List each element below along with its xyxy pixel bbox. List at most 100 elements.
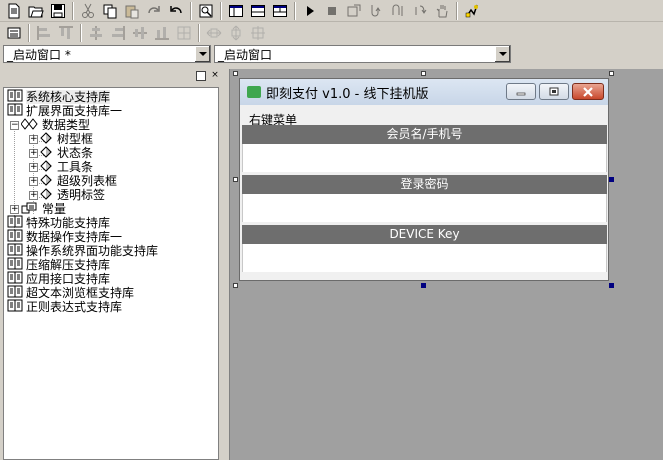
tree-item-toolbar[interactable]: + 工具条 bbox=[29, 159, 93, 175]
align-right-icon[interactable] bbox=[107, 23, 129, 43]
diamond-icon bbox=[40, 159, 54, 175]
tree-item-tree-view[interactable]: + 树型框 bbox=[29, 131, 93, 146]
open-folder-icon[interactable] bbox=[25, 1, 47, 21]
align-left-icon[interactable] bbox=[33, 23, 55, 43]
tree-item-transparent-label[interactable]: + 透明标签 bbox=[29, 187, 106, 203]
layout-split-icon[interactable] bbox=[269, 1, 291, 21]
collapse-icon[interactable]: − bbox=[10, 120, 19, 130]
password-label-bar: 登录密码 bbox=[242, 175, 607, 194]
minimize-icon bbox=[516, 92, 526, 95]
same-size-icon[interactable] bbox=[247, 23, 269, 43]
resize-handle[interactable] bbox=[421, 283, 426, 288]
tree-item-label: 超级列表框 bbox=[57, 174, 118, 188]
step-into-icon[interactable] bbox=[365, 1, 387, 21]
align-top-icon[interactable] bbox=[55, 23, 77, 43]
hand-icon[interactable] bbox=[431, 1, 453, 21]
panel-minimize-icon[interactable] bbox=[196, 71, 206, 81]
resize-handle[interactable] bbox=[609, 71, 614, 76]
window-selector-combo[interactable]: _启动窗口 bbox=[214, 45, 511, 63]
same-height-icon[interactable] bbox=[225, 23, 247, 43]
toolbar-separator bbox=[294, 1, 296, 20]
tree-item-regex[interactable]: 正则表达式支持库 bbox=[7, 299, 122, 314]
expand-icon[interactable]: + bbox=[29, 162, 38, 172]
member-input[interactable] bbox=[242, 144, 607, 172]
align-vcenter-icon[interactable] bbox=[173, 23, 195, 43]
program-selector-combo[interactable]: _启动窗口 * bbox=[3, 45, 211, 63]
copy-icon[interactable] bbox=[99, 1, 121, 21]
device-key-label-bar: DEVICE Key bbox=[242, 225, 607, 244]
tree-item-os-ui[interactable]: 操作系统界面功能支持库 bbox=[7, 243, 158, 258]
same-width-icon[interactable] bbox=[203, 23, 225, 43]
close-button[interactable] bbox=[572, 83, 604, 100]
diamond-icon bbox=[40, 187, 54, 203]
resize-handle[interactable] bbox=[421, 71, 426, 76]
toolbar-separator bbox=[456, 1, 458, 20]
app-icon bbox=[247, 86, 261, 98]
tree-item-system-core[interactable]: 系统核心支持库 bbox=[7, 89, 111, 104]
minimize-button[interactable] bbox=[506, 83, 536, 100]
support-library-panel: × 系统核心支持库 扩展界面支持库一 − 数据类型 + 树型框 + 状态条 + 工具条 … bbox=[0, 69, 222, 460]
tree-item-data-operation[interactable]: 数据操作支持库一 bbox=[7, 229, 122, 244]
align-middle-icon[interactable] bbox=[129, 23, 151, 43]
chevron-down-icon[interactable] bbox=[194, 46, 210, 62]
tree-item-special-function[interactable]: 特殊功能支持库 bbox=[7, 215, 111, 230]
tree-item-label: 应用接口支持库 bbox=[26, 272, 111, 286]
tree-item-hypertext-browser[interactable]: 超文本浏览框支持库 bbox=[7, 285, 135, 300]
align-toolbar bbox=[0, 22, 663, 43]
layout-window-icon[interactable] bbox=[225, 1, 247, 21]
align-center-icon[interactable] bbox=[85, 23, 107, 43]
form-title-bar[interactable]: 即刻支付 v1.0 - 线下挂机版 bbox=[240, 79, 608, 105]
step-over-icon[interactable] bbox=[387, 1, 409, 21]
library-tree[interactable]: 系统核心支持库 扩展界面支持库一 − 数据类型 + 树型框 + 状态条 + 工具条 + 超… bbox=[3, 87, 219, 460]
expand-icon[interactable]: + bbox=[29, 176, 38, 186]
tree-item-label: 特殊功能支持库 bbox=[26, 216, 111, 230]
main-toolbar bbox=[0, 0, 663, 22]
cut-icon[interactable] bbox=[77, 1, 99, 21]
diamond-icon bbox=[40, 145, 54, 161]
tree-item-label: 超文本浏览框支持库 bbox=[26, 286, 135, 300]
expand-icon[interactable]: + bbox=[29, 134, 38, 144]
form-window[interactable]: 即刻支付 v1.0 - 线下挂机版 右键菜单 会员名/手机号 登录密码 DEVI… bbox=[239, 78, 609, 281]
expand-icon[interactable]: + bbox=[29, 190, 38, 200]
tree-item-super-list[interactable]: + 超级列表框 bbox=[29, 173, 118, 188]
chevron-down-icon[interactable] bbox=[494, 46, 510, 62]
debug-icon[interactable] bbox=[461, 1, 483, 21]
toolbar-separator bbox=[80, 23, 82, 42]
maximize-button[interactable] bbox=[539, 83, 569, 100]
password-input[interactable] bbox=[242, 194, 607, 222]
tree-item-label: 压缩解压支持库 bbox=[26, 258, 111, 272]
undo-icon[interactable] bbox=[165, 1, 187, 21]
device-key-input[interactable] bbox=[242, 244, 607, 272]
expand-icon[interactable]: + bbox=[29, 148, 38, 158]
resize-handle[interactable] bbox=[609, 177, 614, 182]
tree-item-app-interface[interactable]: 应用接口支持库 bbox=[7, 271, 111, 286]
save-icon[interactable] bbox=[47, 1, 69, 21]
tree-item-data-types[interactable]: − 数据类型 bbox=[10, 117, 90, 133]
maximize-icon bbox=[549, 87, 559, 96]
redo-icon[interactable] bbox=[143, 1, 165, 21]
tree-item-label: 状态条 bbox=[57, 146, 94, 160]
panel-header: × bbox=[0, 69, 222, 85]
paste-icon[interactable] bbox=[121, 1, 143, 21]
tree-item-status-bar[interactable]: + 状态条 bbox=[29, 145, 94, 161]
resize-handle[interactable] bbox=[233, 71, 238, 76]
grid-icon[interactable] bbox=[3, 23, 25, 43]
data-type-icon bbox=[20, 117, 39, 133]
stop-icon[interactable] bbox=[321, 1, 343, 21]
tree-item-compression[interactable]: 压缩解压支持库 bbox=[7, 257, 111, 272]
resize-handle[interactable] bbox=[233, 177, 238, 182]
run-icon[interactable] bbox=[299, 1, 321, 21]
step-out-icon[interactable] bbox=[409, 1, 431, 21]
resize-handle[interactable] bbox=[233, 283, 238, 288]
layout-top-icon[interactable] bbox=[247, 1, 269, 21]
find-icon[interactable] bbox=[195, 1, 217, 21]
resize-handle[interactable] bbox=[609, 283, 614, 288]
step-icon[interactable] bbox=[343, 1, 365, 21]
expand-icon[interactable]: + bbox=[10, 204, 19, 214]
tree-item-extended-ui[interactable]: 扩展界面支持库一 bbox=[7, 103, 122, 118]
align-bottom-icon[interactable] bbox=[151, 23, 173, 43]
tree-item-label: 透明标签 bbox=[57, 188, 106, 202]
new-file-icon[interactable] bbox=[3, 1, 25, 21]
tree-item-constants[interactable]: + 常量 bbox=[10, 202, 66, 216]
close-icon[interactable]: × bbox=[210, 71, 220, 81]
